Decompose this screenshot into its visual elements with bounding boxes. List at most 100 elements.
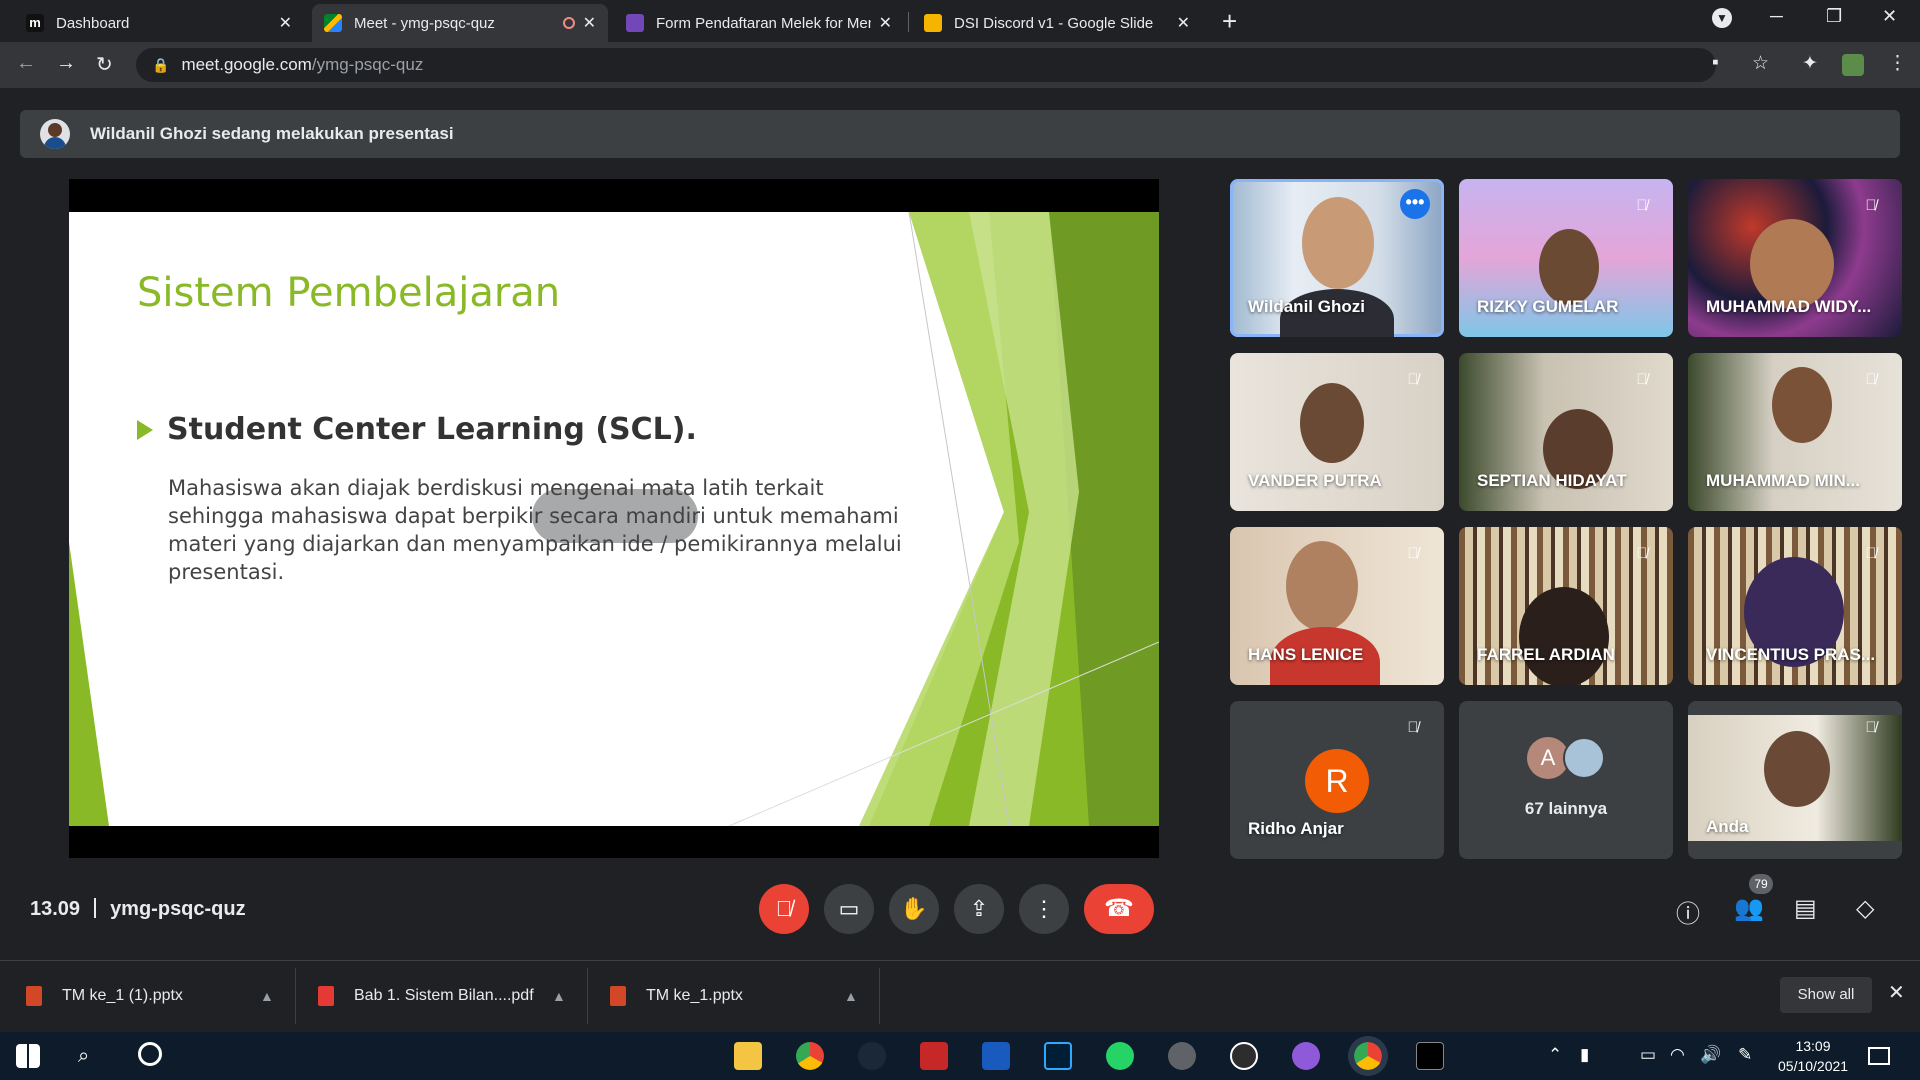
close-tab-icon[interactable]: ✕	[879, 13, 892, 33]
leave-call-button[interactable]: ☎	[1084, 884, 1154, 934]
camera-toggle-button[interactable]: ▭	[824, 884, 874, 934]
mic-muted-icon: 🎙̸	[1407, 545, 1419, 562]
obs-icon[interactable]	[1230, 1042, 1258, 1070]
participant-video	[1750, 219, 1834, 309]
download-item[interactable]: TM ke_1 (1).pptx ▲	[26, 960, 276, 1032]
battery-icon[interactable]: ▭	[1640, 1045, 1656, 1065]
people-icon[interactable]: 👥	[1734, 894, 1764, 923]
clock-time: 13:09	[1795, 1038, 1831, 1054]
participant-tile[interactable]: R 🎙̸ Ridho Anjar	[1230, 701, 1444, 859]
media-icon[interactable]	[1168, 1042, 1196, 1070]
participant-tile[interactable]: 🎙̸ MUHAMMAD WIDY...	[1688, 179, 1902, 337]
participant-video	[1772, 367, 1832, 443]
tab-form[interactable]: Form Pendaftaran Melek for Mem ✕	[614, 4, 904, 42]
close-tab-icon[interactable]: ✕	[279, 13, 292, 33]
file-explorer-icon[interactable]	[734, 1042, 762, 1070]
self-tile[interactable]: 🎙̸ Anda	[1688, 701, 1902, 859]
address-bar[interactable]: 🔒 meet.google.com/ymg-psqc-quz	[136, 48, 1716, 82]
tray-mic-icon[interactable]: ▮	[1580, 1045, 1589, 1065]
meeting-code: ymg-psqc-quz	[110, 898, 246, 920]
participant-tile[interactable]: 🎙̸ FARREL ARDIAN	[1459, 527, 1673, 685]
participant-video	[1539, 229, 1599, 305]
forward-icon[interactable]: →	[56, 52, 76, 75]
participant-tile[interactable]: 🎙̸ VINCENTIUS PRAS...	[1688, 527, 1902, 685]
chevron-up-icon[interactable]: ▲	[552, 988, 566, 1004]
search-icon[interactable]: ⌕	[78, 1045, 89, 1068]
camera-icon[interactable]: ▪	[1712, 52, 1719, 74]
more-participants-label: 67 lainnya	[1524, 799, 1608, 818]
reload-icon[interactable]: ↻	[96, 52, 113, 77]
extensions-icon[interactable]: ✦	[1802, 52, 1818, 75]
wifi-icon[interactable]: ◠	[1670, 1045, 1685, 1065]
bullet-arrow-icon	[137, 419, 153, 440]
browser-menu-icon[interactable]: ⋮	[1888, 52, 1907, 75]
maximize-icon[interactable]: ❐	[1826, 6, 1842, 27]
more-options-icon[interactable]: •••	[1400, 189, 1430, 219]
whatsapp-icon[interactable]	[1106, 1042, 1134, 1070]
meeting-info-icon[interactable]: ⓘ	[1676, 894, 1700, 929]
meeting-details: 13.09 ymg-psqc-quz	[30, 898, 246, 921]
window-close-icon[interactable]: ✕	[1882, 6, 1897, 27]
notifications-icon[interactable]	[1868, 1047, 1890, 1065]
participant-name: SEPTIAN HIDAYAT	[1477, 471, 1627, 490]
cortana-icon[interactable]	[138, 1042, 162, 1066]
back-icon[interactable]: ←	[16, 52, 36, 75]
tab-meet[interactable]: Meet - ymg-psqc-quz ✕	[312, 4, 608, 42]
volume-icon[interactable]: 🔊	[1700, 1045, 1721, 1065]
moodle-icon: m	[26, 14, 44, 32]
windows-taskbar	[0, 1032, 1920, 1080]
chrome-active-icon[interactable]	[1348, 1036, 1388, 1076]
participant-video	[1302, 197, 1374, 289]
download-item[interactable]: Bab 1. Sistem Bilan....pdf ▲	[318, 960, 568, 1032]
download-filename: TM ke_1 (1).pptx	[62, 987, 183, 1004]
chrome-icon[interactable]	[796, 1042, 824, 1070]
close-downloads-icon[interactable]: ✕	[1888, 980, 1905, 1005]
close-tab-icon[interactable]: ✕	[1177, 13, 1190, 33]
taskbar-clock[interactable]: 13:09 05/10/2021	[1778, 1036, 1848, 1076]
mic-muted-icon: 🎙̸	[1865, 719, 1877, 736]
participant-name: Anda	[1706, 817, 1749, 836]
tab-search-icon[interactable]: ▼	[1712, 8, 1732, 28]
steam-icon[interactable]	[858, 1042, 886, 1070]
pptx-file-icon	[26, 986, 42, 1006]
pen-icon[interactable]: ✎	[1738, 1045, 1752, 1065]
participant-tile[interactable]: 🎙̸ SEPTIAN HIDAYAT	[1459, 353, 1673, 511]
close-tab-icon[interactable]: ✕	[583, 13, 596, 33]
presenter-avatar	[40, 119, 70, 149]
terminal-icon[interactable]	[1416, 1042, 1444, 1070]
profile-avatar[interactable]	[1842, 54, 1864, 76]
windows-start-icon[interactable]	[16, 1044, 40, 1068]
app-icon-2[interactable]	[1292, 1042, 1320, 1070]
participant-tile[interactable]: ••• Wildanil Ghozi	[1230, 179, 1444, 337]
tray-chevron-icon[interactable]: ⌃	[1548, 1045, 1562, 1065]
chevron-up-icon[interactable]: ▲	[260, 988, 274, 1004]
participant-tile[interactable]: 🎙̸ RIZKY GUMELAR	[1459, 179, 1673, 337]
mic-muted-icon: 🎙̸	[1407, 719, 1419, 736]
download-item[interactable]: TM ke_1.pptx ▲	[610, 960, 860, 1032]
participant-tile[interactable]: 🎙̸ MUHAMMAD MIN...	[1688, 353, 1902, 511]
more-participants-tile[interactable]: A 67 lainnya	[1459, 701, 1673, 859]
word-icon[interactable]	[982, 1042, 1010, 1070]
chat-icon[interactable]: ▤	[1794, 894, 1817, 923]
presentation-hover-controls[interactable]	[532, 489, 698, 543]
tab-divider	[908, 12, 909, 32]
participant-tile[interactable]: 🎙̸ HANS LENICE	[1230, 527, 1444, 685]
show-all-downloads-button[interactable]: Show all	[1780, 977, 1872, 1013]
tab-slides[interactable]: DSI Discord v1 - Google Slide ✕	[912, 4, 1202, 42]
participant-name: Ridho Anjar	[1248, 819, 1344, 838]
app-icon[interactable]	[920, 1042, 948, 1070]
present-screen-button[interactable]: ⇪	[954, 884, 1004, 934]
bookmark-star-icon[interactable]: ☆	[1752, 52, 1769, 75]
minimize-icon[interactable]: ─	[1770, 6, 1783, 27]
raise-hand-button[interactable]: ✋	[889, 884, 939, 934]
tab-dashboard[interactable]: m Dashboard ✕	[14, 4, 304, 42]
recording-icon	[562, 17, 575, 29]
photoshop-icon[interactable]	[1044, 1042, 1072, 1070]
chevron-up-icon[interactable]: ▲	[844, 988, 858, 1004]
more-options-button[interactable]: ⋮	[1019, 884, 1069, 934]
mic-toggle-button[interactable]: 🎙̸	[759, 884, 809, 934]
activities-icon[interactable]: ◇	[1856, 894, 1874, 923]
presenter-banner: Wildanil Ghozi sedang melakukan presenta…	[20, 110, 1900, 158]
new-tab-icon[interactable]: +	[1222, 6, 1237, 37]
participant-tile[interactable]: 🎙̸ VANDER PUTRA	[1230, 353, 1444, 511]
